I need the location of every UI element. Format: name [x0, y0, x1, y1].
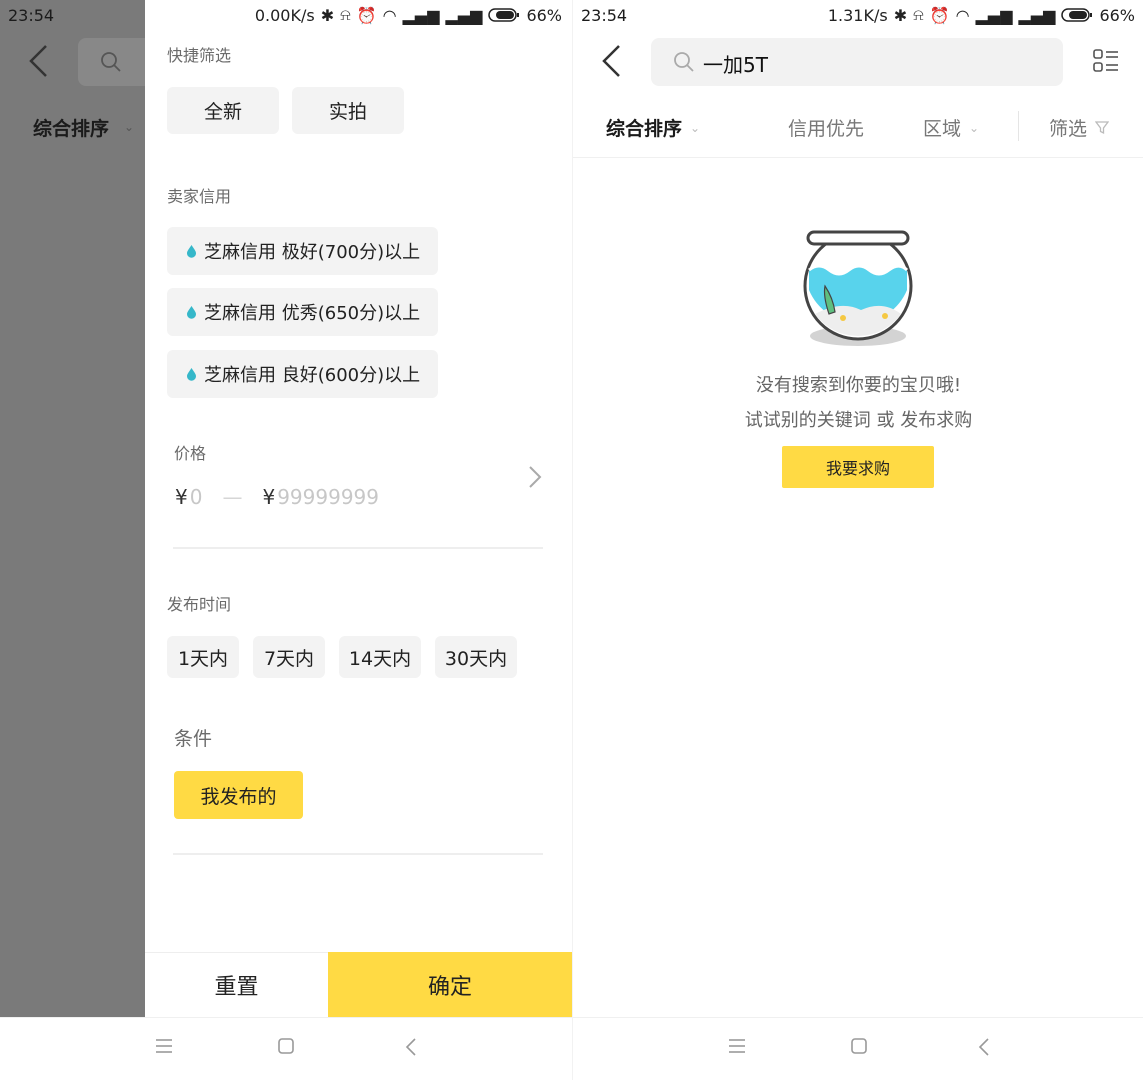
signal-icon: ▂▄▆	[402, 5, 440, 25]
signal-icon-2: ▂▄▆	[1018, 5, 1056, 25]
price-range: ¥ 0 — ¥ 99999999	[175, 485, 379, 509]
alarm-icon: ⏰	[356, 5, 377, 25]
price-title: 价格	[174, 444, 207, 463]
credit-drop-icon	[187, 368, 196, 381]
currency-symbol: ¥	[262, 485, 276, 509]
price-separator: —	[222, 485, 243, 509]
funnel-icon	[1095, 120, 1110, 134]
system-nav-bar	[573, 1017, 1143, 1080]
battery-level: 66%	[526, 5, 562, 25]
divider	[173, 547, 543, 549]
status-bar-right: 1.31K/s ✱ ⍾ ⏰ ◠ ▂▄▆ ▂▄▆ 66%	[828, 5, 1135, 25]
tab-label: 区域	[923, 118, 962, 140]
alarm-icon: ⏰	[929, 5, 950, 25]
confirm-button[interactable]: 确定	[328, 952, 572, 1017]
wifi-icon: ◠	[955, 5, 970, 25]
net-speed: 1.31K/s	[827, 5, 888, 25]
tab-region[interactable]: 区域 ⌄	[923, 114, 979, 141]
currency-symbol: ¥	[175, 485, 188, 509]
right-screen: 23:54 1.31K/s ✱ ⍾ ⏰ ◠ ▂▄▆ ▂▄▆ 66% 一加5T 综…	[572, 0, 1143, 1080]
price-max-input[interactable]: 99999999	[277, 485, 379, 509]
home-nav-icon[interactable]	[278, 1038, 294, 1054]
tab-label: 筛选	[1049, 118, 1088, 140]
search-bar[interactable]: 一加5T	[651, 38, 1063, 86]
post-wanted-button[interactable]: 我要求购	[782, 446, 934, 488]
bluetooth-icon: ✱	[320, 5, 335, 25]
chip-brand-new[interactable]: 全新	[167, 87, 279, 134]
mute-icon: ⍾	[340, 5, 351, 24]
dimmed-overlay[interactable]: 23:54 综合排序 ⌄	[0, 0, 158, 1017]
publish-time-title: 发布时间	[167, 595, 232, 614]
list-view-icon[interactable]	[1093, 48, 1119, 74]
chevron-down-icon: ⌄	[690, 120, 701, 135]
credit-option-label: 芝麻信用 极好(700分)以上	[204, 242, 421, 263]
left-screen: 23:54 综合排序 ⌄ 0.00K/s ✱ ⍾ ⏰ ◠ ▂▄▆ ▂▄▆ 66%…	[0, 0, 572, 1080]
empty-message-line2: 试试别的关键词 或 发布求购	[744, 410, 973, 431]
empty-message-line1: 没有搜索到你要的宝贝哦!	[755, 375, 962, 396]
tab-credit-first[interactable]: 信用优先	[788, 114, 864, 141]
status-time: 23:54	[8, 6, 55, 25]
chevron-right-icon[interactable]	[528, 465, 542, 489]
status-time: 23:54	[581, 6, 628, 25]
reset-button[interactable]: 重置	[145, 952, 328, 1017]
chip-14-days[interactable]: 14天内	[339, 636, 421, 678]
home-nav-icon[interactable]	[851, 1038, 867, 1054]
status-bar-right: 0.00K/s ✱ ⍾ ⏰ ◠ ▂▄▆ ▂▄▆ 66%	[255, 5, 562, 25]
tab-filter[interactable]: 筛选	[1049, 114, 1110, 141]
filter-drawer: 0.00K/s ✱ ⍾ ⏰ ◠ ▂▄▆ ▂▄▆ 66% 快捷筛选 全新 实拍 卖…	[145, 0, 572, 1017]
chip-real-photo[interactable]: 实拍	[292, 87, 404, 134]
credit-option-very-good[interactable]: 芝麻信用 优秀(650分)以上	[167, 288, 439, 336]
tab-comprehensive-sort[interactable]: 综合排序 ⌄	[606, 114, 700, 141]
credit-option-excellent[interactable]: 芝麻信用 极好(700分)以上	[167, 227, 439, 275]
system-nav-bar	[0, 1017, 572, 1080]
search-icon	[674, 52, 694, 72]
signal-icon: ▂▄▆	[975, 5, 1013, 25]
battery-icon	[1061, 8, 1093, 22]
search-icon	[101, 52, 121, 72]
search-query: 一加5T	[703, 53, 768, 77]
seller-credit-title: 卖家信用	[167, 187, 232, 206]
battery-icon	[488, 8, 520, 22]
credit-drop-icon	[187, 306, 196, 319]
chip-my-posts[interactable]: 我发布的	[174, 771, 303, 819]
fishbowl-illustration	[803, 230, 913, 346]
chip-30-days[interactable]: 30天内	[435, 636, 517, 678]
chevron-down-icon: ⌄	[969, 120, 980, 135]
net-speed: 0.00K/s	[254, 5, 315, 25]
menu-nav-icon[interactable]	[155, 1038, 173, 1054]
chip-1-day[interactable]: 1天内	[167, 636, 239, 678]
tab-separator	[573, 157, 1143, 158]
menu-nav-icon[interactable]	[728, 1038, 746, 1054]
price-min-input[interactable]: 0	[190, 485, 203, 509]
quick-filter-title: 快捷筛选	[167, 46, 232, 65]
battery-level: 66%	[1099, 5, 1135, 25]
credit-option-good[interactable]: 芝麻信用 良好(600分)以上	[167, 350, 439, 398]
signal-icon-2: ▂▄▆	[445, 5, 483, 25]
tab-label: 信用优先	[788, 118, 865, 140]
back-icon	[29, 45, 47, 77]
credit-drop-icon	[187, 245, 196, 258]
back-nav-icon[interactable]	[405, 1038, 417, 1056]
chevron-down-icon: ⌄	[124, 120, 135, 134]
tab-label: 综合排序	[606, 118, 683, 140]
condition-title: 条件	[174, 728, 213, 750]
sort-tab-comprehensive: 综合排序	[33, 118, 110, 140]
wifi-icon: ◠	[382, 5, 397, 25]
divider	[173, 853, 543, 855]
mute-icon: ⍾	[913, 5, 924, 24]
credit-option-label: 芝麻信用 优秀(650分)以上	[204, 303, 421, 324]
back-icon[interactable]	[601, 44, 623, 78]
chip-7-days[interactable]: 7天内	[253, 636, 325, 678]
credit-option-label: 芝麻信用 良好(600分)以上	[204, 365, 421, 386]
bluetooth-icon: ✱	[893, 5, 908, 25]
back-nav-icon[interactable]	[978, 1038, 990, 1056]
tab-divider	[1018, 111, 1019, 141]
